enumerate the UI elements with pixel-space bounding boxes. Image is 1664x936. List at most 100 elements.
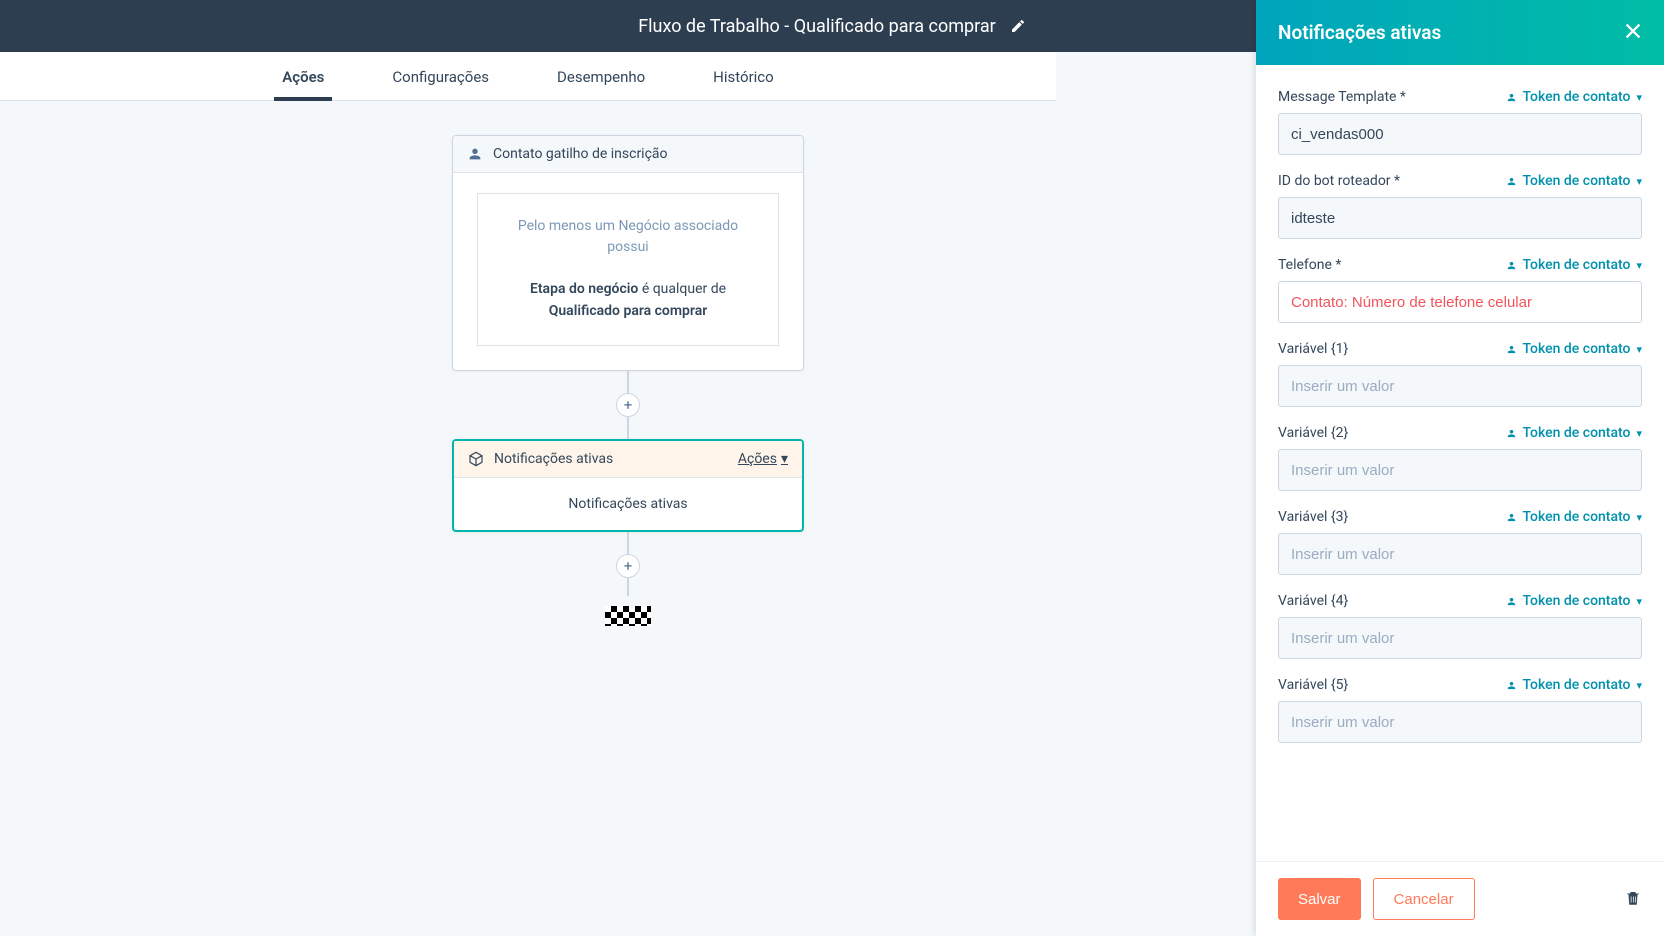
trigger-node[interactable]: Contato gatilho de inscrição Pelo menos …: [452, 135, 804, 371]
caret-down-icon: ▾: [1636, 91, 1642, 104]
field-label-row: Message Template * Token de contato ▾: [1278, 89, 1642, 105]
field-label: ID do bot roteador *: [1278, 173, 1400, 189]
panel-footer: Salvar Cancelar: [1256, 861, 1664, 936]
contact-token-link[interactable]: Token de contato ▾: [1506, 425, 1642, 441]
connector-line: [627, 417, 629, 439]
trigger-criteria: Pelo menos um Negócio associado possui E…: [477, 193, 779, 346]
caret-down-icon: ▾: [1636, 343, 1642, 356]
field-label-row: Variável {5} Token de contato ▾: [1278, 677, 1642, 693]
caret-down-icon: ▾: [1636, 175, 1642, 188]
tabbar: Ações Configurações Desempenho Histórico: [0, 52, 1056, 101]
action-node-head: Notificações ativas Ações ▾: [454, 441, 802, 478]
trigger-bold2: Qualificado para comprar: [549, 303, 708, 319]
tab-acoes[interactable]: Ações: [274, 54, 332, 100]
action-node[interactable]: Notificações ativas Ações ▾ Notificações…: [452, 439, 804, 532]
trigger-node-head: Contato gatilho de inscrição: [453, 136, 803, 173]
field-input[interactable]: [1278, 197, 1642, 239]
connector-line: [627, 532, 629, 554]
field-input[interactable]: [1278, 281, 1642, 323]
workflow-title-wrap: Fluxo de Trabalho - Qualificado para com…: [638, 16, 1026, 37]
contact-token-link[interactable]: Token de contato ▾: [1506, 509, 1642, 525]
token-link-label: Token de contato: [1522, 89, 1630, 105]
trigger-mid: é qualquer de: [638, 281, 726, 297]
field-label: Variável {3}: [1278, 509, 1348, 525]
trigger-node-title: Contato gatilho de inscrição: [493, 146, 668, 162]
contact-token-link[interactable]: Token de contato ▾: [1506, 593, 1642, 609]
field-input[interactable]: [1278, 113, 1642, 155]
field-label: Variável {2}: [1278, 425, 1348, 441]
token-link-label: Token de contato: [1522, 677, 1630, 693]
contact-icon: [467, 146, 483, 162]
field-label: Message Template *: [1278, 89, 1406, 105]
tab-desempenho[interactable]: Desempenho: [549, 54, 653, 100]
token-link-label: Token de contato: [1522, 509, 1630, 525]
field-label-row: Variável {4} Token de contato ▾: [1278, 593, 1642, 609]
cube-icon: [468, 451, 484, 467]
caret-down-icon: ▾: [1636, 511, 1642, 524]
field-label-row: Telefone * Token de contato ▾: [1278, 257, 1642, 273]
form-field: Variável {5} Token de contato ▾: [1278, 677, 1642, 743]
token-link-label: Token de contato: [1522, 593, 1630, 609]
trash-icon[interactable]: [1624, 889, 1642, 909]
contact-token-link[interactable]: Token de contato ▾: [1506, 677, 1642, 693]
field-label-row: Variável {1} Token de contato ▾: [1278, 341, 1642, 357]
token-link-label: Token de contato: [1522, 341, 1630, 357]
field-label: Variável {4}: [1278, 593, 1348, 609]
form-field: Telefone * Token de contato ▾: [1278, 257, 1642, 323]
caret-down-icon: ▾: [1636, 679, 1642, 692]
action-node-menu-label: Ações: [738, 451, 777, 467]
action-node-body: Notificações ativas: [454, 478, 802, 530]
form-field: ID do bot roteador * Token de contato ▾: [1278, 173, 1642, 239]
form-field: Variável {2} Token de contato ▾: [1278, 425, 1642, 491]
token-link-label: Token de contato: [1522, 425, 1630, 441]
form-field: Variável {1} Token de contato ▾: [1278, 341, 1642, 407]
form-field: Variável {3} Token de contato ▾: [1278, 509, 1642, 575]
token-link-label: Token de contato: [1522, 173, 1630, 189]
contact-token-link[interactable]: Token de contato ▾: [1506, 89, 1642, 105]
caret-down-icon: ▾: [1636, 259, 1642, 272]
pencil-icon[interactable]: [1010, 18, 1026, 34]
connector-line: [627, 578, 629, 596]
cancel-button[interactable]: Cancelar: [1373, 878, 1475, 920]
add-action-button[interactable]: +: [616, 393, 640, 417]
side-panel: Notificações ativas Message Template * To…: [1256, 0, 1664, 936]
workflow-canvas: Contato gatilho de inscrição Pelo menos …: [0, 101, 1256, 936]
field-input[interactable]: [1278, 449, 1642, 491]
close-icon[interactable]: [1622, 20, 1644, 42]
action-node-menu[interactable]: Ações ▾: [738, 451, 788, 467]
tab-historico[interactable]: Histórico: [705, 54, 782, 100]
connector-line: [627, 371, 629, 393]
field-input[interactable]: [1278, 701, 1642, 743]
field-label: Variável {1}: [1278, 341, 1348, 357]
field-input[interactable]: [1278, 533, 1642, 575]
contact-token-link[interactable]: Token de contato ▾: [1506, 341, 1642, 357]
save-button[interactable]: Salvar: [1278, 878, 1361, 920]
contact-token-link[interactable]: Token de contato ▾: [1506, 257, 1642, 273]
trigger-line2: Etapa do negócio é qualquer de Qualifica…: [504, 278, 752, 323]
token-link-label: Token de contato: [1522, 257, 1630, 273]
caret-down-icon: ▾: [781, 451, 788, 467]
trigger-line1: Pelo menos um Negócio associado possui: [504, 216, 752, 258]
field-label-row: ID do bot roteador * Token de contato ▾: [1278, 173, 1642, 189]
form-field: Message Template * Token de contato ▾: [1278, 89, 1642, 155]
add-action-button[interactable]: +: [616, 554, 640, 578]
panel-body: Message Template *Token de contato▾ID do…: [1256, 65, 1664, 861]
workflow-title: Fluxo de Trabalho - Qualificado para com…: [638, 16, 996, 37]
caret-down-icon: ▾: [1636, 427, 1642, 440]
form-field: Variável {4} Token de contato ▾: [1278, 593, 1642, 659]
action-node-title: Notificações ativas: [494, 451, 613, 467]
trigger-node-body: Pelo menos um Negócio associado possui E…: [453, 173, 803, 370]
caret-down-icon: ▾: [1636, 595, 1642, 608]
tab-configuracoes[interactable]: Configurações: [384, 54, 497, 100]
panel-header: Notificações ativas: [1256, 0, 1664, 65]
panel-title: Notificações ativas: [1278, 21, 1441, 44]
field-input[interactable]: [1278, 617, 1642, 659]
field-label: Variável {5}: [1278, 677, 1348, 693]
field-label: Telefone *: [1278, 257, 1341, 273]
finish-flag-icon: [605, 606, 651, 626]
field-label-row: Variável {2} Token de contato ▾: [1278, 425, 1642, 441]
trigger-bold1: Etapa do negócio: [530, 281, 638, 297]
field-label-row: Variável {3} Token de contato ▾: [1278, 509, 1642, 525]
field-input[interactable]: [1278, 365, 1642, 407]
contact-token-link[interactable]: Token de contato ▾: [1506, 173, 1642, 189]
